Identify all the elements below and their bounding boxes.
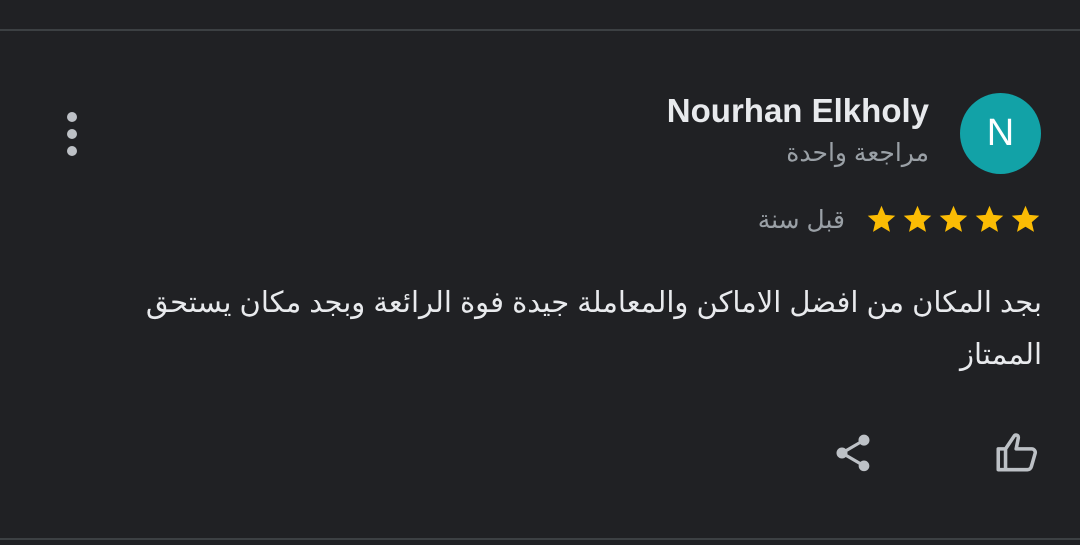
review-text: بجد المكان من افضل الاماكن والمعاملة جيد… [145,287,1042,371]
star-icon [903,205,932,232]
star-icon [939,205,968,232]
review-time: قبل سنة [757,205,845,234]
divider-bottom [0,538,1080,540]
rating-row: قبل سنة [758,203,1042,236]
star-icon [1011,205,1040,232]
more-options-button[interactable] [52,110,92,158]
avatar-initial: N [986,112,1015,154]
thumb-up-icon [996,433,1038,472]
share-button[interactable] [828,428,878,478]
star-icon [975,205,1004,232]
divider-top [0,29,1080,31]
review-count: مراجعة واحدة [786,139,929,167]
share-icon [836,434,870,472]
like-button[interactable] [990,426,1044,480]
review-card: N Nourhan Elkholy مراجعة واحدة قبل سنة ب… [0,0,1080,545]
star-rating [865,203,1042,236]
star-icon [867,205,896,232]
reviewer-name[interactable]: Nourhan Elkholy [667,92,929,130]
avatar[interactable]: N [960,93,1041,174]
more-vert-icon [67,112,77,122]
